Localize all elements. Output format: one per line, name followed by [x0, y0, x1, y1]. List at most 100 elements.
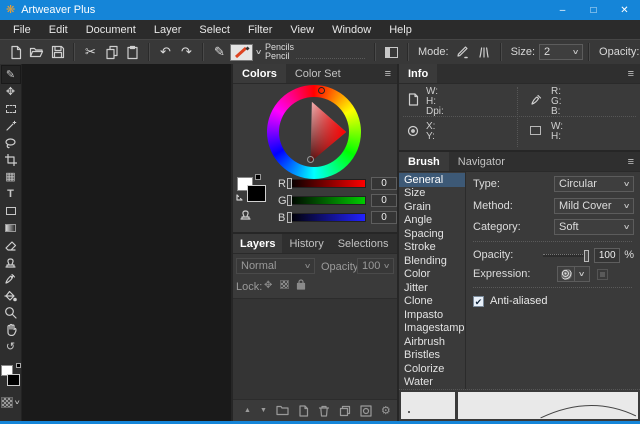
menu-document[interactable]: Document [77, 24, 145, 36]
default-colors-icon[interactable] [16, 363, 21, 368]
eyedropper-tool[interactable] [2, 270, 20, 287]
undo-button[interactable]: ↶ [155, 42, 176, 62]
brush-category-angle[interactable]: Angle [399, 214, 465, 228]
default-colors-icon[interactable] [255, 174, 261, 180]
paste-button[interactable] [122, 42, 143, 62]
sv-marker[interactable] [307, 156, 314, 163]
new-group-button[interactable] [276, 405, 289, 416]
mosaic-tool[interactable]: ▦ [2, 168, 20, 185]
zoom-tool[interactable] [2, 304, 20, 321]
open-document-button[interactable] [26, 42, 47, 62]
cut-button[interactable]: ✂ [80, 42, 101, 62]
hand-tool[interactable] [2, 321, 20, 338]
brush-category-impasto[interactable]: Impasto [399, 308, 465, 322]
magic-wand-tool[interactable] [2, 117, 20, 134]
tab-info[interactable]: Info [399, 64, 437, 83]
size-dropdown[interactable]: 2 ∨ [539, 44, 583, 60]
expression-settings-button[interactable] [597, 269, 608, 280]
save-document-button[interactable] [47, 42, 68, 62]
brush-category-size[interactable]: Size [399, 187, 465, 201]
brush-category-airbrush[interactable]: Airbrush [399, 335, 465, 349]
brush-preset-preview[interactable] [230, 44, 253, 61]
brush-opacity-field[interactable]: 100 [594, 248, 620, 263]
blue-value-field[interactable]: 0 [371, 211, 397, 224]
brush-category-spacing[interactable]: Spacing [399, 227, 465, 241]
swap-colors-icon[interactable] [236, 193, 245, 202]
color-wheel[interactable] [267, 85, 361, 179]
panel-toggle-button[interactable] [381, 42, 402, 62]
gradient-tool[interactable] [2, 219, 20, 236]
chevron-down-icon[interactable]: ∨ [14, 399, 21, 406]
menu-file[interactable]: File [4, 24, 40, 36]
brush-category-color[interactable]: Color [399, 268, 465, 282]
brush-opacity-slider[interactable] [543, 254, 589, 257]
tab-layers[interactable]: Layers [233, 234, 282, 253]
brush-category-general[interactable]: General [399, 173, 465, 187]
green-slider[interactable] [288, 196, 366, 205]
move-layer-up-button[interactable]: ▲ [244, 407, 251, 414]
blend-mode-dropdown[interactable]: Normal ∨ [236, 258, 315, 274]
tab-selections[interactable]: Selections [331, 234, 396, 253]
clone-stamp-tool[interactable] [2, 253, 20, 270]
expression-dropdown[interactable]: ∨ [575, 266, 590, 282]
brush-category-clone[interactable]: Clone [399, 295, 465, 309]
brush-panel-menu-button[interactable]: ≡ [622, 152, 640, 171]
layer-opacity-dropdown[interactable]: 100 ∨ [357, 258, 394, 274]
duplicate-layer-button[interactable] [339, 405, 351, 417]
brush-preset-dropdown[interactable]: ∨ [253, 42, 265, 62]
red-slider-handle[interactable] [287, 178, 292, 189]
brush-category-water[interactable]: Water [399, 376, 465, 390]
text-tool[interactable]: T [2, 185, 20, 202]
layers-list[interactable] [233, 298, 397, 400]
menu-window[interactable]: Window [323, 24, 380, 36]
menu-layer[interactable]: Layer [145, 24, 191, 36]
rect-select-tool[interactable] [2, 100, 20, 117]
menu-filter[interactable]: Filter [239, 24, 281, 36]
brush-opacity-handle[interactable] [584, 250, 589, 262]
copy-button[interactable] [101, 42, 122, 62]
crop-tool[interactable] [2, 151, 20, 168]
minimize-button[interactable]: – [547, 0, 578, 20]
colors-panel-menu-button[interactable]: ≡ [379, 64, 397, 83]
brush-category-stroke[interactable]: Stroke [399, 241, 465, 255]
expression-pressure-button[interactable] [557, 266, 575, 282]
move-tool[interactable]: ✥ [2, 83, 20, 100]
layer-effects-button[interactable] [360, 405, 372, 417]
brush-category-jitter[interactable]: Jitter [399, 281, 465, 295]
info-panel-menu-button[interactable]: ≡ [622, 64, 640, 83]
brush-category-colorize[interactable]: Colorize [399, 362, 465, 376]
green-slider-handle[interactable] [287, 195, 292, 206]
lock-transparency-toggle[interactable] [280, 280, 289, 292]
menu-select[interactable]: Select [190, 24, 239, 36]
eraser-tool[interactable] [2, 236, 20, 253]
brush-tool[interactable]: ✎ [2, 66, 20, 83]
brush-category-imagestamp[interactable]: Imagestamp [399, 322, 465, 336]
brush-category-grain[interactable]: Grain [399, 200, 465, 214]
secondary-color-swatch[interactable] [247, 185, 266, 202]
red-value-field[interactable]: 0 [371, 177, 397, 190]
brush-category-bristles[interactable]: Bristles [399, 349, 465, 363]
new-document-button[interactable] [5, 42, 26, 62]
blue-slider[interactable] [288, 213, 366, 222]
tab-brush[interactable]: Brush [399, 152, 449, 171]
red-slider[interactable] [288, 179, 366, 188]
redo-button[interactable]: ↷ [176, 42, 197, 62]
tab-navigator[interactable]: Navigator [449, 152, 514, 171]
close-button[interactable]: ✕ [609, 0, 640, 20]
hue-marker[interactable] [318, 87, 325, 94]
green-value-field[interactable]: 0 [371, 194, 397, 207]
lasso-tool[interactable] [2, 134, 20, 151]
move-layer-down-button[interactable]: ▼ [260, 407, 267, 414]
lock-position-toggle[interactable]: ✥ [264, 279, 279, 291]
tab-colors[interactable]: Colors [233, 64, 286, 83]
tab-history[interactable]: History [282, 234, 330, 253]
menu-help[interactable]: Help [380, 24, 421, 36]
brush-preset-label[interactable]: Pencils Pencil [265, 43, 369, 61]
delete-layer-button[interactable] [318, 405, 330, 417]
pattern-swatch[interactable] [1, 397, 13, 408]
brush-edit-button[interactable]: ✎ [209, 42, 230, 62]
menu-view[interactable]: View [281, 24, 323, 36]
brush-type-dropdown[interactable]: Circular ∨ [554, 176, 634, 192]
menu-edit[interactable]: Edit [40, 24, 77, 36]
blue-slider-handle[interactable] [287, 212, 292, 223]
